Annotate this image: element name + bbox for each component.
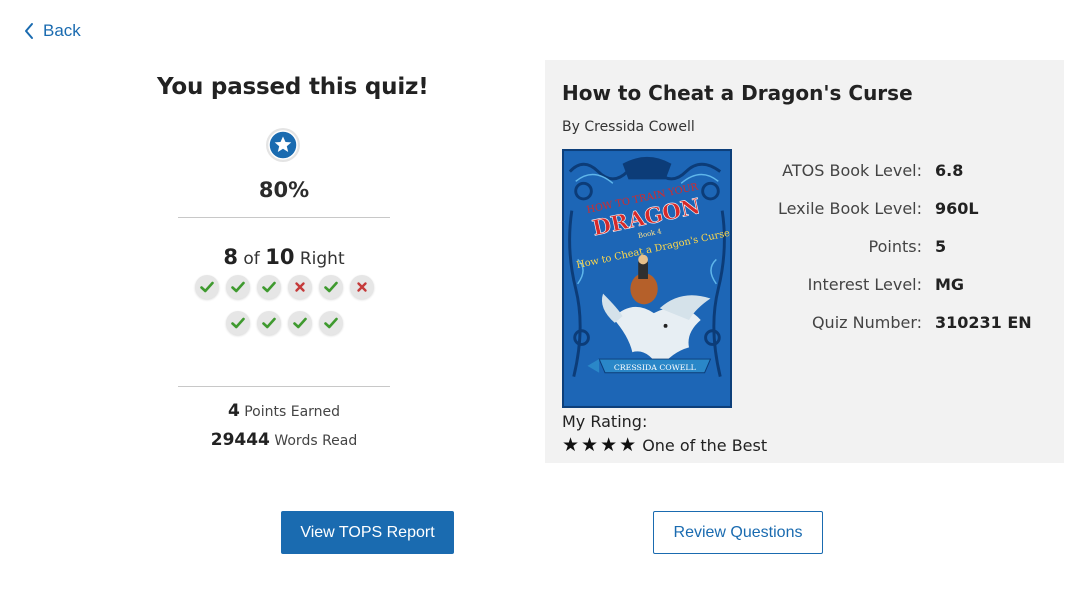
book-stat-value: 310231 EN	[935, 312, 1032, 332]
answer-correct	[225, 275, 250, 299]
score-percent: 80%	[258, 178, 310, 202]
words-read-value: 29444	[210, 430, 270, 450]
book-stat-row: Quiz Number: 310231 EN	[735, 303, 1055, 341]
answer-correct	[256, 275, 281, 299]
book-cover-image: HOW TO TRAIN YOUR DRAGON Book 4 How to C…	[562, 149, 732, 408]
answers-row-2	[167, 311, 401, 335]
x-mark-icon	[356, 282, 367, 292]
back-link[interactable]: Back	[24, 21, 81, 41]
rating-text: One of the Best	[642, 436, 768, 455]
rating-stars: ★ ★ ★ ★	[562, 436, 636, 455]
answers-row-1	[167, 275, 401, 299]
points-earned: 4 Points Earned	[167, 401, 401, 421]
points-earned-label: Points Earned	[244, 404, 341, 420]
star-icon: ★	[600, 434, 618, 456]
book-stat-row: ATOS Book Level: 6.8	[735, 151, 1055, 189]
star-icon: ★	[619, 434, 637, 456]
x-mark-icon	[294, 282, 305, 292]
book-title: How to Cheat a Dragon's Curse	[562, 81, 913, 105]
result-heading: You passed this quiz!	[157, 74, 429, 100]
chevron-left-icon	[25, 23, 33, 39]
divider	[178, 386, 390, 387]
book-stat-value: 6.8	[935, 160, 964, 180]
answer-incorrect	[287, 275, 312, 299]
score-summary: 8 of 10 Right	[167, 245, 401, 269]
book-stat-row: Interest Level: MG	[735, 265, 1055, 303]
cover-author-text: CRESSIDA COWELL	[614, 363, 696, 372]
star-icon: ★	[581, 434, 599, 456]
divider	[178, 217, 390, 218]
words-read-label: Words Read	[274, 433, 358, 449]
book-stat-label: Points:	[868, 236, 922, 256]
quiz-result-panel: You passed this quiz! 80% 8 of 10 Right …	[157, 74, 429, 450]
answer-correct	[318, 275, 343, 299]
total-count: 10	[265, 245, 295, 269]
checkmark-icon	[261, 281, 276, 293]
book-stat-label: ATOS Book Level:	[782, 160, 922, 180]
answer-correct	[225, 311, 250, 335]
book-stat-label: Quiz Number:	[811, 312, 922, 332]
review-questions-button[interactable]: Review Questions	[653, 511, 823, 554]
checkmark-icon	[323, 281, 338, 293]
checkmark-icon	[261, 317, 276, 329]
checkmark-icon	[199, 281, 214, 293]
checkmark-icon	[292, 317, 307, 329]
points-earned-value: 4	[227, 401, 240, 421]
answer-correct	[318, 311, 343, 335]
book-stat-row: Points: 5	[735, 227, 1055, 265]
book-stat-value: 960L	[935, 198, 979, 218]
my-rating: ★ ★ ★ ★ One of the Best	[562, 436, 768, 456]
checkmark-icon	[230, 317, 245, 329]
book-stat-value: MG	[935, 274, 965, 294]
book-stat-label: Interest Level:	[807, 274, 922, 294]
book-author: By Cressida Cowell	[562, 119, 695, 135]
answer-correct	[256, 311, 281, 335]
book-info-panel: How to Cheat a Dragon's Curse By Cressid…	[545, 60, 1064, 463]
right-label: Right	[299, 249, 345, 269]
back-label: Back	[43, 21, 81, 40]
book-stats: ATOS Book Level: 6.8 Lexile Book Level: 960…	[735, 151, 1055, 341]
view-tops-report-button[interactable]: View TOPS Report	[281, 511, 454, 554]
checkmark-icon	[230, 281, 245, 293]
book-stat-label: Lexile Book Level:	[777, 198, 922, 218]
answer-incorrect	[349, 275, 374, 299]
star-badge-icon	[266, 128, 300, 162]
book-stat-value: 5	[935, 236, 947, 256]
correct-count: 8	[223, 245, 238, 269]
star-icon: ★	[562, 434, 580, 456]
book-stat-row: Lexile Book Level: 960L	[735, 189, 1055, 227]
checkmark-icon	[323, 317, 338, 329]
of-label: of	[243, 249, 260, 269]
answer-correct	[287, 311, 312, 335]
rating-label: My Rating:	[562, 412, 648, 431]
answer-correct	[194, 275, 219, 299]
words-read: 29444 Words Read	[167, 430, 401, 450]
